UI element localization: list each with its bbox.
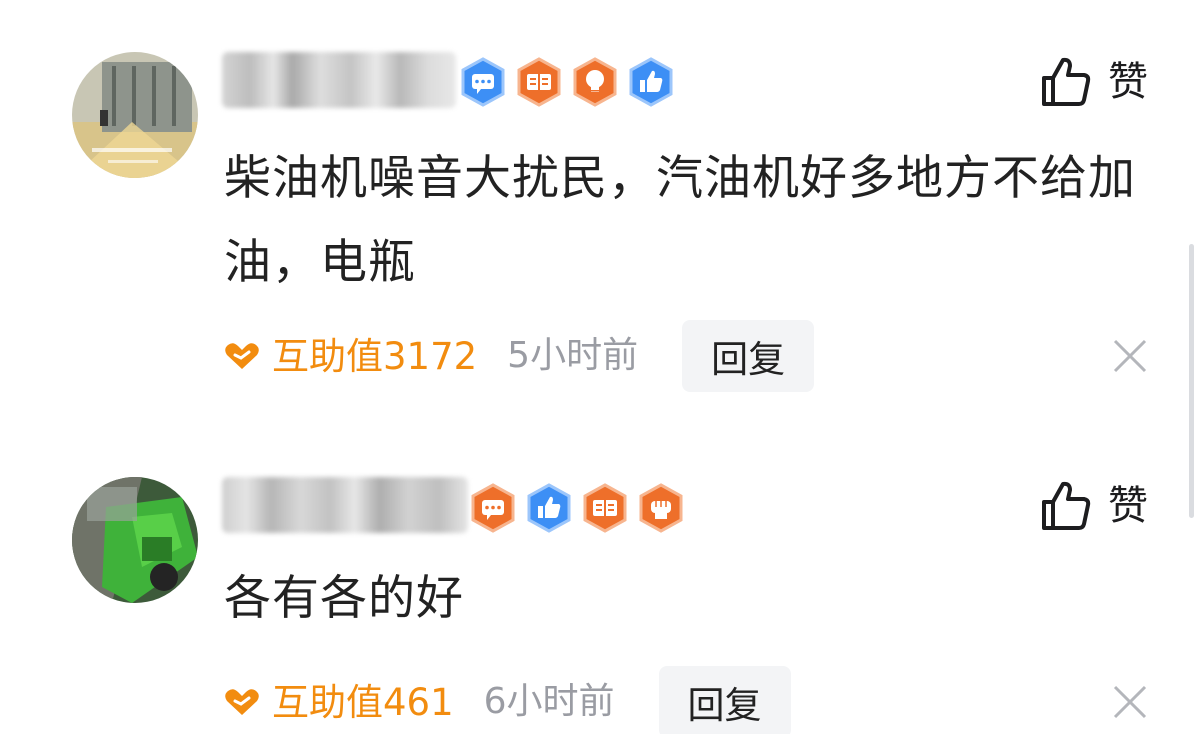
username-blurred[interactable]	[222, 477, 468, 533]
book-badge-icon[interactable]	[582, 483, 628, 533]
like-button[interactable]: 赞	[1040, 480, 1148, 532]
reply-button[interactable]: 回复	[658, 666, 791, 734]
help-value: 互助值461	[272, 680, 454, 724]
like-label: 赞	[1108, 59, 1148, 105]
help-value: 互助值3172	[272, 334, 478, 378]
comment-meta: 互助值461 6小时前 回复	[224, 666, 791, 734]
book-badge-icon[interactable]	[516, 57, 562, 107]
timestamp: 5小时前	[507, 335, 639, 376]
badge-row	[460, 57, 674, 107]
thumbs-up-icon	[1042, 481, 1091, 530]
username-blurred[interactable]	[222, 52, 456, 108]
comment-meta: 互助值3172 5小时前 回复	[224, 320, 815, 392]
thumbs-up-icon	[1042, 57, 1091, 106]
scrollbar[interactable]	[1189, 244, 1194, 518]
comment-text: 柴油机噪音大扰民，汽油机好多地方不给加油，电瓶	[224, 151, 1136, 290]
timestamp: 6小时前	[483, 681, 615, 722]
chat-badge-icon[interactable]	[470, 483, 516, 533]
badge-row	[470, 483, 684, 533]
close-icon[interactable]	[1112, 338, 1148, 374]
comment-text: 各有各的好	[224, 571, 464, 626]
thumb-badge-icon[interactable]	[526, 483, 572, 533]
reply-button[interactable]: 回复	[682, 320, 815, 392]
avatar[interactable]	[72, 477, 198, 603]
close-icon[interactable]	[1112, 684, 1148, 720]
fist-badge-icon[interactable]	[638, 483, 684, 533]
like-button[interactable]: 赞	[1040, 56, 1148, 108]
chat-badge-icon[interactable]	[460, 57, 506, 107]
heart-handshake-icon	[225, 689, 259, 715]
comment-list: 赞 柴油机噪音大扰民，汽油机好多地方不给加油，电瓶 互助值3172 5小时前 回…	[0, 0, 1200, 734]
like-label: 赞	[1108, 483, 1148, 529]
thumb-badge-icon[interactable]	[628, 57, 674, 107]
bulb-badge-icon[interactable]	[572, 57, 618, 107]
heart-handshake-icon	[225, 343, 259, 369]
avatar[interactable]	[72, 52, 198, 178]
